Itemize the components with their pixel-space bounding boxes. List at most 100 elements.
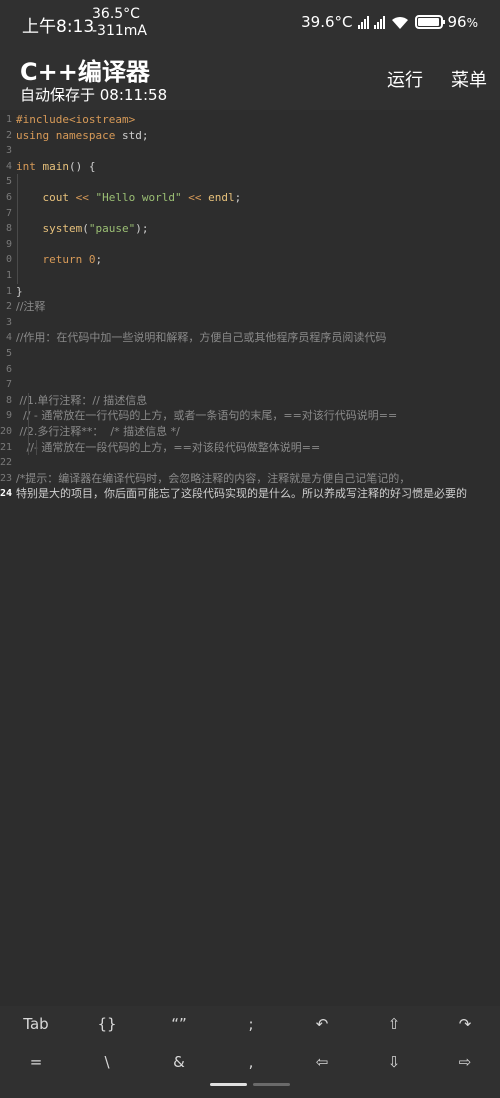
code-text: //- 通常放在一段代码的上方，==对该段代码做整体说明==: [16, 440, 321, 454]
code-text: system("pause");: [42, 222, 149, 236]
code-line[interactable]: 3: [0, 315, 500, 330]
line-number: 2: [5, 129, 12, 141]
line-number: 8: [5, 223, 12, 235]
line-number: 24: [0, 488, 13, 500]
line-number: 1: [5, 270, 12, 281]
line-number: 5: [5, 176, 12, 188]
code-text: //作用：在代码中加一些说明和解释，方便自己或其他程序员程序员阅读代码: [16, 331, 387, 345]
arrow-right-icon[interactable]: ⇨: [440, 1048, 490, 1076]
code-line[interactable]: 5: [0, 346, 500, 361]
line-number: 1: [5, 114, 12, 125]
line-number: 8: [5, 394, 12, 406]
line-number: 7: [5, 379, 12, 391]
line-number: 20: [0, 426, 13, 437]
indent-guide: [28, 392, 29, 456]
status-current: -311mA: [92, 23, 147, 39]
status-temp: 36.5°C: [92, 6, 140, 22]
menu-button[interactable]: 菜单: [451, 66, 487, 92]
ampersand-key[interactable]: &: [154, 1048, 204, 1076]
line-number: 0: [5, 254, 12, 266]
line-number: 6: [5, 363, 12, 375]
code-line[interactable]: 23/*提示：编译器在编译代码时，会忽略注释的内容，注释就是方便自己记笔记的，: [0, 471, 500, 486]
code-line[interactable]: 24 特别是大的项目，你后面可能忘了这段代码实现的是什么。所以养成写注释的好习惯是…: [0, 486, 500, 501]
app-bar: C++编译器 自动保存于 08:11:58 运行 菜单: [0, 48, 500, 110]
braces-key[interactable]: {}: [82, 1010, 132, 1038]
code-text: 特别是大的项目，你后面可能忘了这段代码实现的是什么。所以养成写注释的好习惯是必要…: [16, 487, 467, 501]
code-line[interactable]: 1}: [0, 284, 500, 299]
code-text: //2.多行注释**： /* 描述信息 */: [16, 425, 180, 438]
battery-icon: [414, 15, 445, 29]
code-line[interactable]: 6: [0, 362, 500, 377]
code-line[interactable]: 0 return 0;: [0, 252, 500, 267]
code-line[interactable]: 20 //2.多行注释**： /* 描述信息 */: [0, 424, 500, 439]
code-text: // - 通常放在一行代码的上方，或者一条语句的末尾，==对该行代码说明==: [16, 409, 398, 423]
code-text: }: [16, 284, 23, 298]
tab-key[interactable]: Tab: [11, 1010, 61, 1038]
code-line[interactable]: 21 //- 通常放在一段代码的上方，==对该段代码做整体说明==: [0, 440, 500, 455]
semicolon-key[interactable]: ;: [226, 1010, 276, 1038]
undo-icon[interactable]: ↶: [297, 1010, 347, 1038]
code-line[interactable]: 9 // - 通常放在一行代码的上方，或者一条语句的末尾，==对该行代码说明==: [0, 408, 500, 423]
code-text: return 0;: [42, 253, 103, 267]
code-line[interactable]: 2 using namespace std;: [0, 128, 500, 143]
symbol-toolbar: Tab {} “”; ↶ ⇧ ↷ = \ &, ⇦ ⇩ ⇨: [0, 1006, 500, 1098]
device-temp: 39.6°C: [301, 13, 353, 31]
code-line[interactable]: 5: [0, 174, 500, 189]
line-number: 2: [5, 301, 12, 313]
line-number: 21: [0, 441, 13, 453]
code-line[interactable]: 9: [0, 237, 500, 252]
code-text: using namespace std;: [16, 128, 149, 142]
arrow-left-icon[interactable]: ⇦: [297, 1048, 347, 1076]
code-text: cout << "Hello world" << endl;: [42, 191, 242, 204]
shift-up-icon[interactable]: ⇧: [369, 1010, 419, 1038]
comma-key[interactable]: ,: [226, 1048, 276, 1076]
status-right: 39.6°C 96%: [301, 12, 478, 32]
code-line[interactable]: 7: [0, 377, 500, 392]
arrow-down-icon[interactable]: ⇩: [369, 1048, 419, 1076]
code-editor[interactable]: 1 #include<iostream> 2 using namespace std;…: [0, 110, 500, 1006]
code-line[interactable]: 1: [0, 268, 500, 283]
line-number: 5: [5, 348, 12, 359]
app-title: C++编译器: [20, 58, 150, 86]
code-text: //1.单行注释：// 描述信息: [16, 393, 148, 407]
line-number: 4: [5, 160, 12, 172]
code-line[interactable]: 1 #include<iostream>: [0, 112, 500, 127]
code-line[interactable]: 3: [0, 143, 500, 158]
line-number: 23: [0, 472, 13, 484]
page-indicator: [253, 1083, 290, 1086]
code-text: /*提示：编译器在编译代码时，会忽略注释的内容，注释就是方便自己记笔记的，: [16, 471, 411, 485]
line-number: 3: [5, 316, 12, 328]
signal-icon: [357, 15, 369, 29]
line-number: 4: [5, 332, 12, 344]
redo-icon[interactable]: ↷: [440, 1010, 490, 1038]
line-number: 7: [5, 207, 12, 219]
code-line[interactable]: 22: [0, 455, 500, 470]
battery-level: 96%: [447, 13, 479, 31]
code-line[interactable]: 7: [0, 206, 500, 221]
quotes-key[interactable]: “”: [154, 1010, 204, 1038]
status-time: 上午8:13: [22, 17, 95, 37]
page-indicator-active: [210, 1083, 247, 1086]
equals-key[interactable]: =: [11, 1048, 61, 1076]
code-line[interactable]: 2 //注释: [0, 299, 500, 314]
code-text: #include<iostream>: [16, 113, 136, 126]
indent-guide: [36, 439, 37, 456]
line-number: 22: [0, 457, 13, 469]
status-temperature-current: 36.5°C -311mA: [92, 6, 147, 40]
line-number: 9: [5, 410, 12, 422]
code-text: int main() {: [16, 159, 96, 173]
signal-icon: [373, 15, 385, 29]
run-button[interactable]: 运行: [387, 66, 423, 92]
code-line[interactable]: 8 //1.单行注释：// 描述信息: [0, 393, 500, 408]
status-bar: 上午8:13 36.5°C -311mA 39.6°C 96%: [0, 0, 500, 48]
indent-guide: [17, 174, 18, 284]
code-line[interactable]: 4 //作用：在代码中加一些说明和解释，方便自己或其他程序员程序员阅读代码: [0, 330, 500, 345]
code-line[interactable]: 8 system("pause");: [0, 221, 500, 236]
line-number: 3: [5, 145, 12, 157]
code-line[interactable]: 6 cout << "Hello world" << endl;: [0, 190, 500, 205]
line-number: 9: [5, 238, 12, 250]
code-line[interactable]: 4 int main() {: [0, 159, 500, 174]
code-text: //注释: [16, 300, 46, 314]
wifi-icon: [391, 16, 408, 29]
backslash-key[interactable]: \: [82, 1048, 132, 1076]
